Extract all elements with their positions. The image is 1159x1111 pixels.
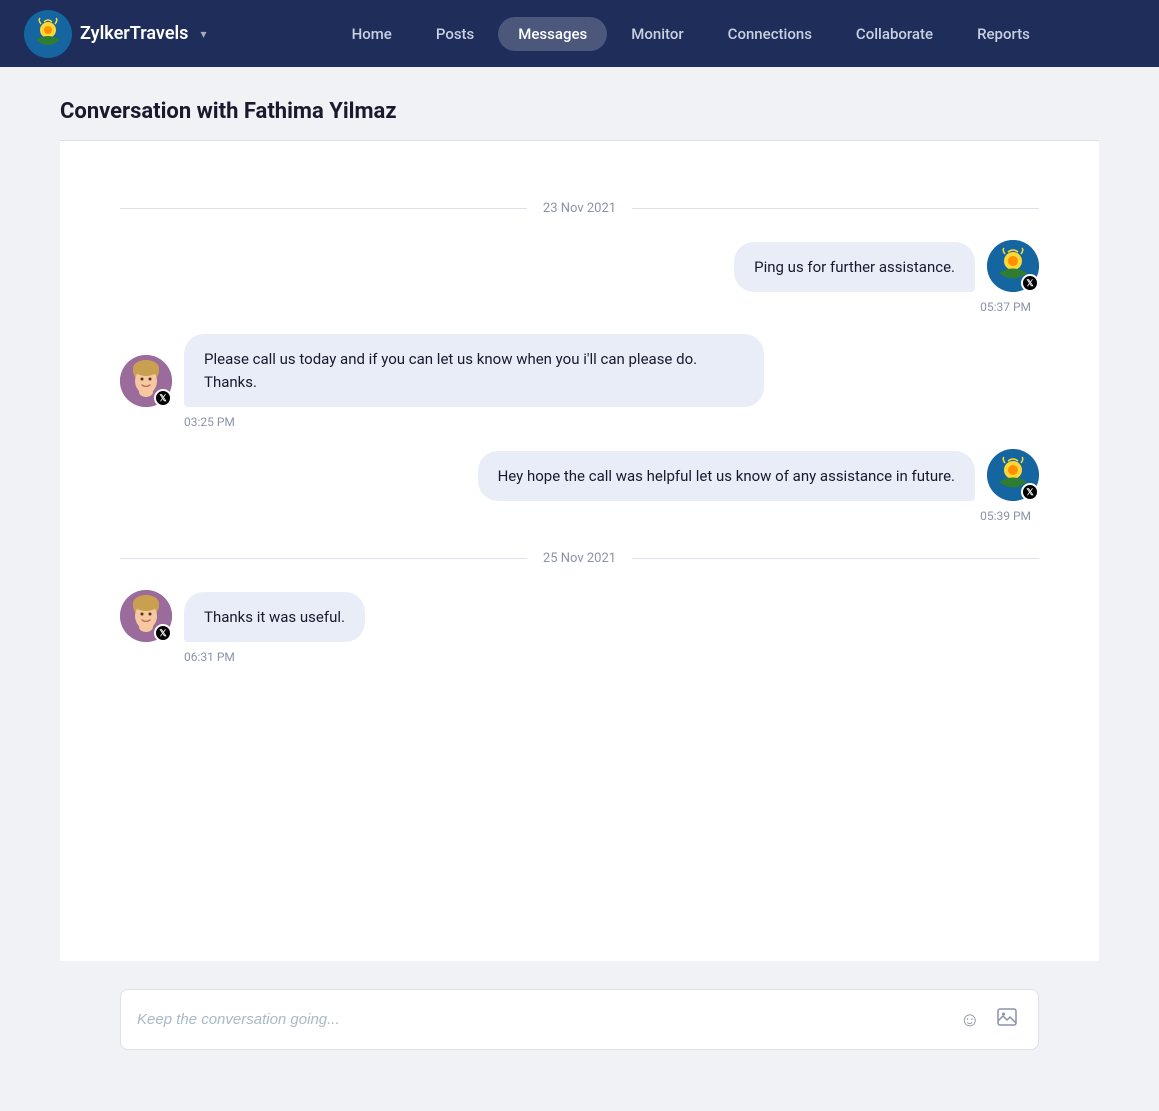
- brand-chevron-icon: ▾: [200, 27, 206, 41]
- page-content: Conversation with Fathima Yilmaz 23 Nov …: [0, 67, 1159, 1111]
- nav-posts[interactable]: Posts: [416, 17, 494, 51]
- brand-logo: [24, 10, 72, 58]
- brand-logo-svg: [26, 12, 70, 56]
- date-separator-2: 25 Nov 2021: [120, 551, 1039, 566]
- nav-messages[interactable]: Messages: [498, 17, 607, 51]
- chat-area: 23 Nov 2021 Ping us for further assistan…: [60, 141, 1099, 961]
- date-label-2: 25 Nov 2021: [543, 551, 616, 566]
- twitter-x-icon-1: 𝕏: [1026, 278, 1033, 289]
- msg-time-1: 05:37 PM: [120, 300, 1039, 314]
- message-row-2: 𝕏 Please call us today and if you can le…: [120, 334, 1039, 407]
- twitter-badge-1: 𝕏: [1021, 274, 1039, 292]
- message-bubble-3: Hey hope the call was helpful let us kno…: [478, 451, 975, 502]
- msg-time-2: 03:25 PM: [120, 415, 1039, 429]
- message-bubble-2: Please call us today and if you can let …: [184, 334, 764, 407]
- msg-time-4: 06:31 PM: [120, 650, 1039, 664]
- message-row-3: Hey hope the call was helpful let us kno…: [120, 449, 1039, 501]
- conversation-title: Conversation with Fathima Yilmaz: [60, 99, 1099, 124]
- nav-reports[interactable]: Reports: [957, 17, 1050, 51]
- message-row-4: 𝕏 Thanks it was useful.: [120, 590, 1039, 642]
- brand[interactable]: ZylkerTravels ▾: [24, 10, 206, 58]
- avatar-wrap-brand-2: 𝕏: [987, 449, 1039, 501]
- nav-connections[interactable]: Connections: [708, 17, 832, 51]
- avatar-wrap-user-1: 𝕏: [120, 355, 172, 407]
- nav-monitor[interactable]: Monitor: [611, 17, 703, 51]
- emoji-icon[interactable]: ☺: [956, 1005, 984, 1034]
- twitter-x-icon-2: 𝕏: [1026, 487, 1033, 498]
- input-area: ☺: [60, 961, 1099, 1082]
- avatar-wrap-user-2: 𝕏: [120, 590, 172, 642]
- date-label-1: 23 Nov 2021: [543, 201, 616, 216]
- avatar-wrap-brand-1: 𝕏: [987, 240, 1039, 292]
- nav-links: Home Posts Messages Monitor Connections …: [246, 17, 1135, 51]
- nav-home[interactable]: Home: [332, 17, 412, 51]
- message-row-1: Ping us for further assistance. 𝕏: [120, 240, 1039, 292]
- message-bubble-4: Thanks it was useful.: [184, 592, 365, 643]
- twitter-badge-user-2: 𝕏: [154, 624, 172, 642]
- nav-collaborate[interactable]: Collaborate: [836, 17, 953, 51]
- twitter-x-icon-user-2: 𝕏: [159, 628, 166, 639]
- message-input[interactable]: [137, 1011, 948, 1028]
- twitter-x-icon-user-1: 𝕏: [159, 393, 166, 404]
- message-input-box: ☺: [120, 989, 1039, 1050]
- navigation: ZylkerTravels ▾ Home Posts Messages Moni…: [0, 0, 1159, 67]
- message-bubble-1: Ping us for further assistance.: [734, 242, 975, 293]
- twitter-badge-user-1: 𝕏: [154, 389, 172, 407]
- twitter-badge-2: 𝕏: [1021, 483, 1039, 501]
- msg-time-3: 05:39 PM: [120, 509, 1039, 523]
- brand-name-text: ZylkerTravels: [80, 23, 188, 44]
- image-icon[interactable]: [992, 1004, 1022, 1035]
- date-separator-1: 23 Nov 2021: [120, 201, 1039, 216]
